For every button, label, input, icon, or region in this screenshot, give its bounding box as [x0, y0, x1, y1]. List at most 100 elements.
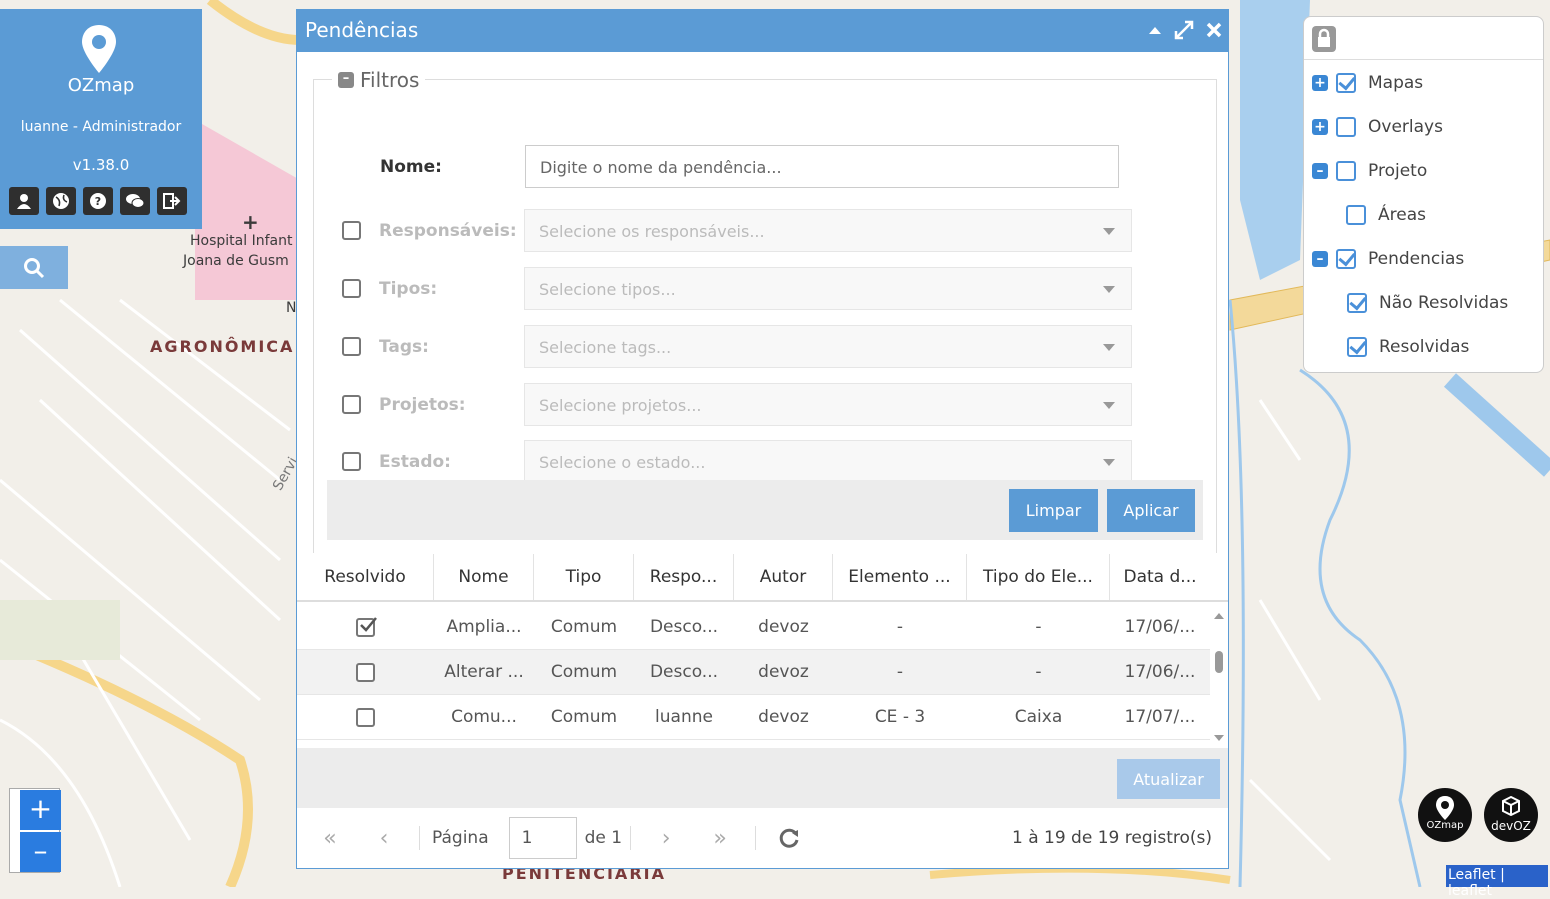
layer-label: Pendencias	[1368, 249, 1465, 269]
layer-nao-resolvidas-checkbox[interactable]	[1347, 293, 1367, 313]
search-icon	[24, 257, 45, 278]
row-resolved-checkbox[interactable]	[356, 707, 375, 727]
clear-button[interactable]: Limpar	[1009, 489, 1098, 532]
table-scrollbar[interactable]	[1210, 605, 1228, 748]
app-version: v1.38.0	[72, 156, 130, 174]
logout-icon[interactable]	[157, 187, 187, 215]
table-header: Resolvido Nome Tipo Respo... Autor Eleme…	[297, 554, 1228, 602]
layer-resolvidas-checkbox[interactable]	[1347, 337, 1367, 357]
help-icon[interactable]: ?	[83, 187, 113, 215]
chat-icon[interactable]	[120, 187, 150, 215]
row-resolved-checkbox[interactable]	[356, 616, 377, 637]
projetos-select[interactable]: Selecione projetos...	[524, 383, 1132, 426]
layer-mapas-checkbox[interactable]	[1336, 73, 1356, 93]
layer-areas[interactable]: Áreas	[1346, 205, 1426, 225]
layer-label: Projeto	[1368, 161, 1428, 181]
layer-overlays-checkbox[interactable]	[1336, 117, 1356, 137]
zoom-in-button[interactable]: +	[20, 790, 61, 830]
cell-data: 17/06/...	[1124, 662, 1196, 682]
refresh-icon[interactable]	[778, 827, 800, 849]
pagination: « ‹ Página 1 de 1 › » 1 à 19 de 19 regis…	[297, 808, 1228, 868]
projetos-label: Projetos:	[379, 394, 466, 415]
expand-icon[interactable]	[1174, 20, 1194, 40]
layer-projeto-checkbox[interactable]	[1336, 161, 1356, 181]
estado-label: Estado:	[379, 451, 451, 472]
layer-areas-checkbox[interactable]	[1346, 205, 1366, 225]
projetos-checkbox[interactable]	[342, 395, 361, 414]
layer-pendencias-checkbox[interactable]	[1336, 249, 1356, 269]
map-search-button[interactable]	[0, 246, 68, 289]
column-header-data[interactable]: Data d...	[1110, 554, 1210, 600]
column-header-autor[interactable]: Autor	[734, 554, 833, 600]
table-body: Amplia... Comum Desco... devoz - - 17/06…	[297, 605, 1210, 748]
page-count: de 1	[584, 828, 623, 848]
nome-input[interactable]: Digite o nome da pendência...	[525, 145, 1119, 188]
layer-label: Não Resolvidas	[1379, 293, 1509, 313]
lock-icon[interactable]	[1312, 26, 1336, 52]
apply-button[interactable]: Aplicar	[1107, 489, 1195, 532]
cell-autor: devoz	[758, 617, 809, 637]
collapse-icon[interactable]: –	[1312, 251, 1328, 267]
close-icon[interactable]	[1206, 22, 1222, 38]
cell-data: 17/06/...	[1124, 617, 1196, 637]
table-row[interactable]: Comu... Comum luanne devoz CE - 3 Caixa …	[297, 695, 1210, 740]
user-icon[interactable]	[9, 187, 39, 215]
user-role: luanne - Administrador	[20, 119, 182, 135]
cell-nome: Alterar ...	[444, 662, 524, 682]
cell-tipo: Comum	[550, 617, 618, 637]
column-header-tipo-elemento[interactable]: Tipo do Ele...	[967, 554, 1110, 600]
cell-elemento: CE - 3	[874, 707, 926, 727]
tags-label: Tags:	[379, 336, 429, 357]
layer-label: Resolvidas	[1379, 337, 1470, 357]
minus-square-icon: –	[338, 72, 354, 88]
tags-select[interactable]: Selecione tags...	[524, 325, 1132, 368]
prev-page-icon[interactable]: ‹	[357, 826, 411, 851]
column-header-nome[interactable]: Nome	[434, 554, 534, 600]
next-page-icon[interactable]: ›	[639, 826, 693, 851]
ozmap-corner-logo[interactable]: OZmap	[1418, 788, 1472, 842]
row-resolved-checkbox[interactable]	[356, 662, 375, 682]
table-row[interactable]: Alterar ... Comum Desco... devoz - - 17/…	[297, 650, 1210, 695]
zoom-out-button[interactable]: –	[20, 832, 61, 872]
column-header-tipo[interactable]: Tipo	[534, 554, 634, 600]
estado-checkbox[interactable]	[342, 452, 361, 471]
devoz-corner-logo[interactable]: devOZ	[1484, 788, 1538, 842]
tipos-label: Tipos:	[379, 278, 438, 299]
cell-nome: Comu...	[451, 707, 517, 727]
layers-panel-header	[1304, 17, 1543, 60]
cell-elemento: -	[896, 662, 904, 682]
map-label-district: AGRONÔMICA	[150, 337, 295, 356]
responsaveis-select[interactable]: Selecione os responsáveis...	[524, 209, 1132, 252]
layer-overlays[interactable]: + Overlays	[1312, 117, 1443, 137]
last-page-icon[interactable]: »	[693, 826, 747, 851]
update-button[interactable]: Atualizar	[1117, 759, 1220, 799]
table-row[interactable]: Amplia... Comum Desco... devoz - - 17/06…	[297, 605, 1210, 650]
expand-icon[interactable]: +	[1312, 119, 1328, 135]
map-attribution[interactable]: Leaflet | leaflet	[1446, 865, 1548, 899]
column-header-elemento[interactable]: Elemento ...	[833, 554, 967, 600]
layer-mapas[interactable]: + Mapas	[1312, 73, 1423, 93]
tipos-select[interactable]: Selecione tipos...	[524, 267, 1132, 310]
layer-pendencias[interactable]: – Pendencias	[1312, 249, 1464, 269]
page-input[interactable]: 1	[508, 817, 577, 859]
column-header-responsavel[interactable]: Respo...	[634, 554, 734, 600]
responsaveis-checkbox[interactable]	[342, 221, 361, 240]
tags-checkbox[interactable]	[342, 337, 361, 356]
column-header-resolvido[interactable]: Resolvido	[297, 554, 434, 600]
svg-text:?: ?	[95, 195, 101, 208]
layer-label: Overlays	[1368, 117, 1443, 137]
layer-resolvidas[interactable]: Resolvidas	[1347, 337, 1469, 357]
layer-nao-resolvidas[interactable]: Não Resolvidas	[1347, 293, 1508, 313]
collapse-icon[interactable]	[1148, 25, 1162, 35]
collapse-icon[interactable]: –	[1312, 163, 1328, 179]
estado-select[interactable]: Selecione o estado...	[524, 440, 1132, 483]
dialog-header[interactable]: Pendências	[297, 10, 1228, 52]
first-page-icon[interactable]: «	[303, 826, 357, 851]
layer-projeto[interactable]: – Projeto	[1312, 161, 1427, 181]
brand-panel: OZmap luanne - Administrador v1.38.0 ?	[0, 9, 202, 229]
globe-icon[interactable]	[46, 187, 76, 215]
tipos-checkbox[interactable]	[342, 279, 361, 298]
expand-icon[interactable]: +	[1312, 75, 1328, 91]
filters-legend[interactable]: – Filtros	[332, 68, 426, 92]
cell-tipo: Comum	[550, 662, 618, 682]
